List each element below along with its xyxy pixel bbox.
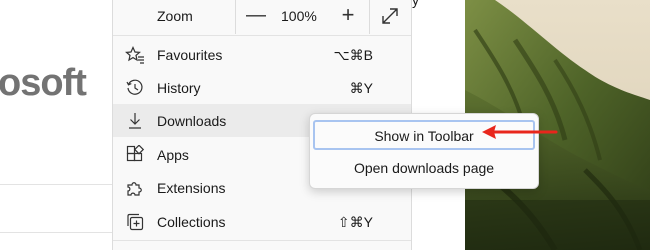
microsoft-logo-fragment: osoft [0,62,87,104]
menu-item-label: Apps [157,147,189,163]
page-text-fragment: y [412,0,419,8]
zoom-divider [235,0,236,34]
apps-grid-icon [125,144,145,165]
fullscreen-button[interactable] [375,4,405,30]
menu-item-collections[interactable]: Collections ⇧⌘Y [113,205,411,238]
zoom-row: Zoom — 100% + [113,0,411,34]
menu-item-shortcut: ⌘Y [349,80,373,96]
menu-divider [113,240,411,241]
menu-item-label: Collections [157,214,226,230]
zoom-divider [369,0,370,34]
menu-item-label: Favourites [157,47,223,63]
menu-divider [113,35,411,36]
zoom-label: Zoom [157,8,193,24]
menu-item-shortcut: ⌥⌘B [333,47,373,63]
open-downloads-page-item[interactable]: Open downloads page [313,154,535,184]
zoom-level-value: 100% [281,8,317,24]
annotation-arrow-icon [482,125,558,139]
menu-item-label: Extensions [157,180,226,196]
favourites-star-icon [125,45,145,65]
zoom-in-button[interactable]: + [333,2,363,30]
menu-item-label: History [157,80,201,96]
menu-item-label: Downloads [157,113,227,129]
page-divider [0,184,112,185]
history-clock-icon [125,78,145,98]
page-divider [0,232,112,233]
collections-icon [125,212,145,232]
menu-item-favourites[interactable]: Favourites ⌥⌘B [113,38,411,71]
background-page: osoft [0,0,112,250]
extensions-puzzle-icon [125,178,145,198]
menu-item-history[interactable]: History ⌘Y [113,71,411,104]
menu-item-shortcut: ⇧⌘Y [337,214,373,230]
submenu-item-label: Open downloads page [353,160,495,176]
zoom-out-button[interactable]: — [241,2,271,30]
download-arrow-icon [125,111,145,131]
fullscreen-icon [382,8,398,24]
